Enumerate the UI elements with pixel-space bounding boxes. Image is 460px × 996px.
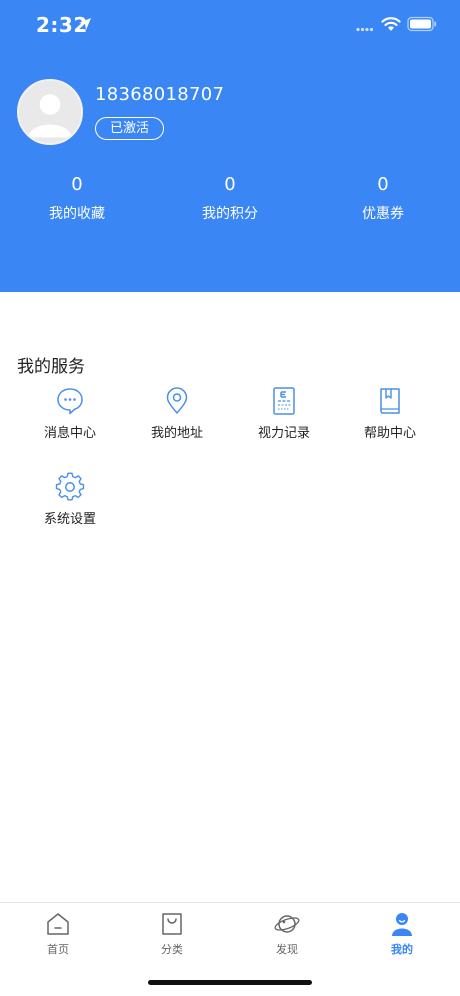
service-system-settings[interactable]: 系统设置: [20, 472, 120, 529]
signal-dots-icon: [356, 27, 374, 32]
stat-coupons[interactable]: 0 优惠券: [323, 172, 443, 225]
wifi-icon: [381, 17, 401, 31]
stat-value: 0: [377, 174, 389, 195]
planet-icon: [274, 915, 300, 933]
tab-label: 首页: [47, 943, 69, 956]
tab-mine[interactable]: 我的: [362, 911, 442, 957]
profile-header: 2:32 18368018707 已激活 0 我的收藏 0 我的积分 0 优惠券: [0, 0, 460, 292]
user-phone: 18368018707: [95, 84, 225, 105]
stat-label: 我的积分: [202, 206, 258, 222]
avatar[interactable]: [17, 79, 83, 145]
service-help-center[interactable]: 帮助中心: [340, 386, 440, 443]
service-my-address[interactable]: 我的地址: [127, 386, 227, 443]
book-icon: [380, 388, 400, 414]
message-icon: [57, 388, 83, 415]
service-label: 我的地址: [150, 426, 203, 441]
bag-icon: [162, 913, 182, 935]
home-indicator: [148, 980, 312, 985]
status-bar: 2:32: [0, 0, 460, 50]
service-label: 帮助中心: [363, 426, 416, 441]
location-arrow-icon: [79, 18, 91, 30]
tab-home[interactable]: 首页: [18, 911, 98, 957]
service-vision-records[interactable]: 视力记录: [234, 386, 334, 443]
avatar-placeholder-icon: [19, 81, 81, 143]
status-badge: 已激活: [95, 117, 165, 140]
service-label: 消息中心: [43, 426, 96, 441]
services-title: 我的服务: [17, 357, 85, 377]
location-pin-icon: [166, 387, 188, 414]
stat-favorites[interactable]: 0 我的收藏: [17, 172, 137, 225]
service-message-center[interactable]: 消息中心: [20, 386, 120, 443]
stat-label: 我的收藏: [49, 206, 105, 222]
stat-value: 0: [224, 174, 236, 195]
stat-label: 优惠券: [362, 206, 404, 222]
tab-label: 发现: [276, 943, 298, 956]
eye-chart-icon: [273, 387, 295, 415]
stat-value: 0: [71, 174, 83, 195]
tab-discover[interactable]: 发现: [247, 911, 327, 957]
tab-label: 分类: [161, 943, 183, 956]
stats-row: 0 我的收藏 0 我的积分 0 优惠券: [0, 172, 460, 232]
user-icon: [392, 913, 412, 936]
tab-category[interactable]: 分类: [132, 911, 212, 957]
battery-icon: [407, 16, 437, 32]
service-label: 视力记录: [257, 426, 310, 441]
gear-icon: [55, 472, 85, 501]
home-icon: [47, 913, 69, 935]
service-label: 系统设置: [43, 512, 96, 527]
tab-label: 我的: [391, 943, 413, 956]
stat-points[interactable]: 0 我的积分: [170, 172, 290, 225]
